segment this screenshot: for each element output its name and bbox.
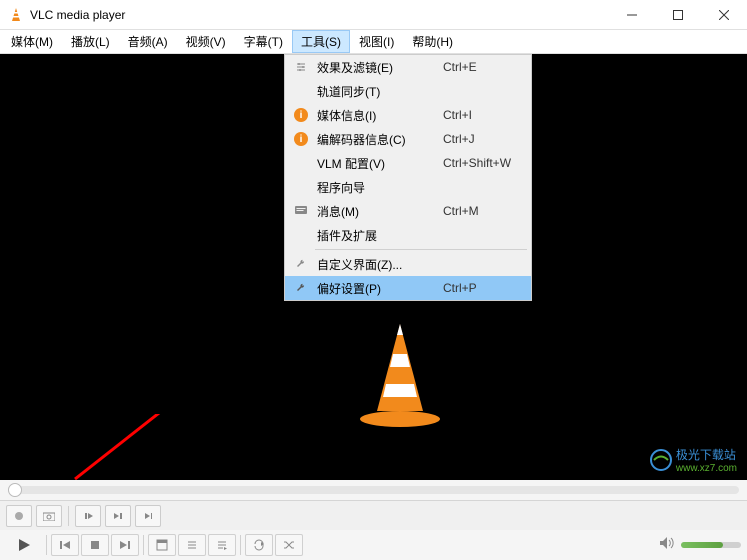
menu-audio[interactable]: 音频(A) <box>119 30 177 53</box>
loop-a-button[interactable] <box>75 505 101 527</box>
menubar: 媒体(M) 播放(L) 音频(A) 视频(V) 字幕(T) 工具(S) 视图(I… <box>0 30 747 54</box>
menu-preferences[interactable]: 偏好设置(P) Ctrl+P <box>285 276 531 300</box>
info-icon: i <box>291 132 311 146</box>
volume-slider[interactable] <box>681 542 741 548</box>
menu-track-sync[interactable]: 轨道同步(T) <box>285 79 531 103</box>
menu-vlm-config[interactable]: VLM 配置(V) Ctrl+Shift+W <box>285 151 531 175</box>
mute-button[interactable] <box>659 536 675 555</box>
volume-fill <box>681 542 723 548</box>
message-icon <box>291 206 311 216</box>
menu-media[interactable]: 媒体(M) <box>2 30 62 53</box>
record-button[interactable] <box>6 505 32 527</box>
video-area: 效果及滤镜(E) Ctrl+E 轨道同步(T) i 媒体信息(I) Ctrl+I… <box>0 54 747 480</box>
shuffle-button[interactable] <box>275 534 303 556</box>
menu-customize-interface[interactable]: 自定义界面(Z)... <box>285 252 531 276</box>
frame-step-button[interactable] <box>135 505 161 527</box>
menu-help[interactable]: 帮助(H) <box>403 30 462 53</box>
close-button[interactable] <box>701 0 747 30</box>
next-button[interactable] <box>111 534 139 556</box>
info-icon: i <box>291 108 311 122</box>
fullscreen-button[interactable] <box>148 534 176 556</box>
divider <box>143 535 144 555</box>
wrench-icon <box>291 282 311 294</box>
loop-b-button[interactable] <box>105 505 131 527</box>
divider <box>46 535 47 555</box>
main-controls <box>0 530 747 560</box>
minimize-button[interactable] <box>609 0 655 30</box>
menu-messages[interactable]: 消息(M) Ctrl+M <box>285 199 531 223</box>
menu-separator <box>315 249 527 250</box>
vlc-cone-logo <box>355 319 445 434</box>
prev-button[interactable] <box>51 534 79 556</box>
loop-button[interactable] <box>245 534 273 556</box>
divider <box>68 506 69 526</box>
stop-button[interactable] <box>81 534 109 556</box>
playlist-button[interactable] <box>208 534 236 556</box>
menu-video[interactable]: 视频(V) <box>177 30 235 53</box>
secondary-controls <box>0 500 747 530</box>
tools-dropdown: 效果及滤镜(E) Ctrl+E 轨道同步(T) i 媒体信息(I) Ctrl+I… <box>284 54 532 301</box>
menu-subtitle[interactable]: 字幕(T) <box>235 30 292 53</box>
annotation-arrow <box>70 414 350 480</box>
menu-view[interactable]: 视图(I) <box>350 30 403 53</box>
maximize-button[interactable] <box>655 0 701 30</box>
menu-playback[interactable]: 播放(L) <box>62 30 119 53</box>
menu-codec-info[interactable]: i 编解码器信息(C) Ctrl+J <box>285 127 531 151</box>
watermark-icon <box>650 449 672 471</box>
extended-settings-button[interactable] <box>178 534 206 556</box>
seek-track[interactable] <box>8 486 739 494</box>
sliders-icon <box>291 61 311 73</box>
snapshot-button[interactable] <box>36 505 62 527</box>
watermark: 极光下载站 www.xz7.com <box>650 446 737 474</box>
menu-program-guide[interactable]: 程序向导 <box>285 175 531 199</box>
window-title: VLC media player <box>30 8 609 22</box>
titlebar: VLC media player <box>0 0 747 30</box>
vlc-icon <box>8 7 24 23</box>
divider <box>240 535 241 555</box>
menu-plugins-extensions[interactable]: 插件及扩展 <box>285 223 531 247</box>
play-button[interactable] <box>6 532 42 558</box>
window-controls <box>609 0 747 30</box>
seek-bar[interactable] <box>0 480 747 500</box>
menu-media-info[interactable]: i 媒体信息(I) Ctrl+I <box>285 103 531 127</box>
wrench-icon <box>291 258 311 270</box>
menu-tools[interactable]: 工具(S) <box>292 30 350 53</box>
menu-effects-filters[interactable]: 效果及滤镜(E) Ctrl+E <box>285 55 531 79</box>
seek-thumb[interactable] <box>8 483 22 497</box>
